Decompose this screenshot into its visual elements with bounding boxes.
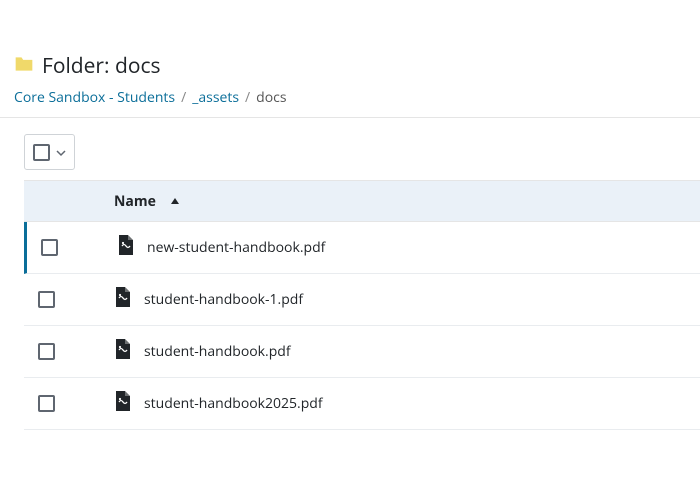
page-header: Folder: docs	[0, 0, 700, 88]
file-icon	[114, 391, 132, 416]
filename-label: student-handbook-1.pdf	[144, 290, 303, 309]
row-checkbox[interactable]	[38, 291, 55, 308]
file-icon	[117, 235, 135, 260]
row-checkbox[interactable]	[38, 343, 55, 360]
row-filename[interactable]: student-handbook-1.pdf	[114, 287, 303, 312]
row-filename[interactable]: student-handbook.pdf	[114, 339, 291, 364]
chevron-down-icon	[56, 141, 66, 163]
file-icon	[114, 287, 132, 312]
row-checkbox-cell	[24, 291, 114, 308]
row-checkbox-cell	[27, 239, 117, 256]
row-checkbox[interactable]	[38, 395, 55, 412]
toolbar	[0, 118, 700, 180]
breadcrumb-link-assets[interactable]: _assets	[192, 88, 239, 107]
row-checkbox-cell	[24, 343, 114, 360]
file-table: Name new-student-handbook.pdf student-han…	[24, 180, 700, 430]
filename-label: student-handbook.pdf	[144, 342, 291, 361]
sort-ascending-icon	[170, 192, 180, 211]
column-header-name[interactable]: Name	[114, 192, 180, 211]
table-row[interactable]: student-handbook-1.pdf	[24, 274, 700, 326]
table-row[interactable]: student-handbook.pdf	[24, 326, 700, 378]
row-checkbox[interactable]	[41, 239, 58, 256]
file-icon	[114, 339, 132, 364]
breadcrumb-link-root[interactable]: Core Sandbox - Students	[14, 88, 175, 107]
row-checkbox-cell	[24, 395, 114, 412]
breadcrumb-current: docs	[256, 88, 286, 107]
select-all-checkbox[interactable]	[33, 144, 50, 161]
row-filename[interactable]: student-handbook2025.pdf	[114, 391, 323, 416]
page-title: Folder: docs	[42, 52, 161, 80]
folder-icon	[14, 55, 34, 78]
table-header: Name	[24, 180, 700, 222]
breadcrumb-separator: /	[181, 88, 186, 107]
row-filename[interactable]: new-student-handbook.pdf	[117, 235, 325, 260]
breadcrumb: Core Sandbox - Students / _assets / docs	[0, 88, 700, 117]
table-row[interactable]: student-handbook2025.pdf	[24, 378, 700, 430]
filename-label: student-handbook2025.pdf	[144, 394, 323, 413]
filename-label: new-student-handbook.pdf	[147, 238, 325, 257]
breadcrumb-separator: /	[245, 88, 250, 107]
table-row[interactable]: new-student-handbook.pdf	[24, 222, 700, 274]
select-all-dropdown[interactable]	[24, 134, 75, 170]
